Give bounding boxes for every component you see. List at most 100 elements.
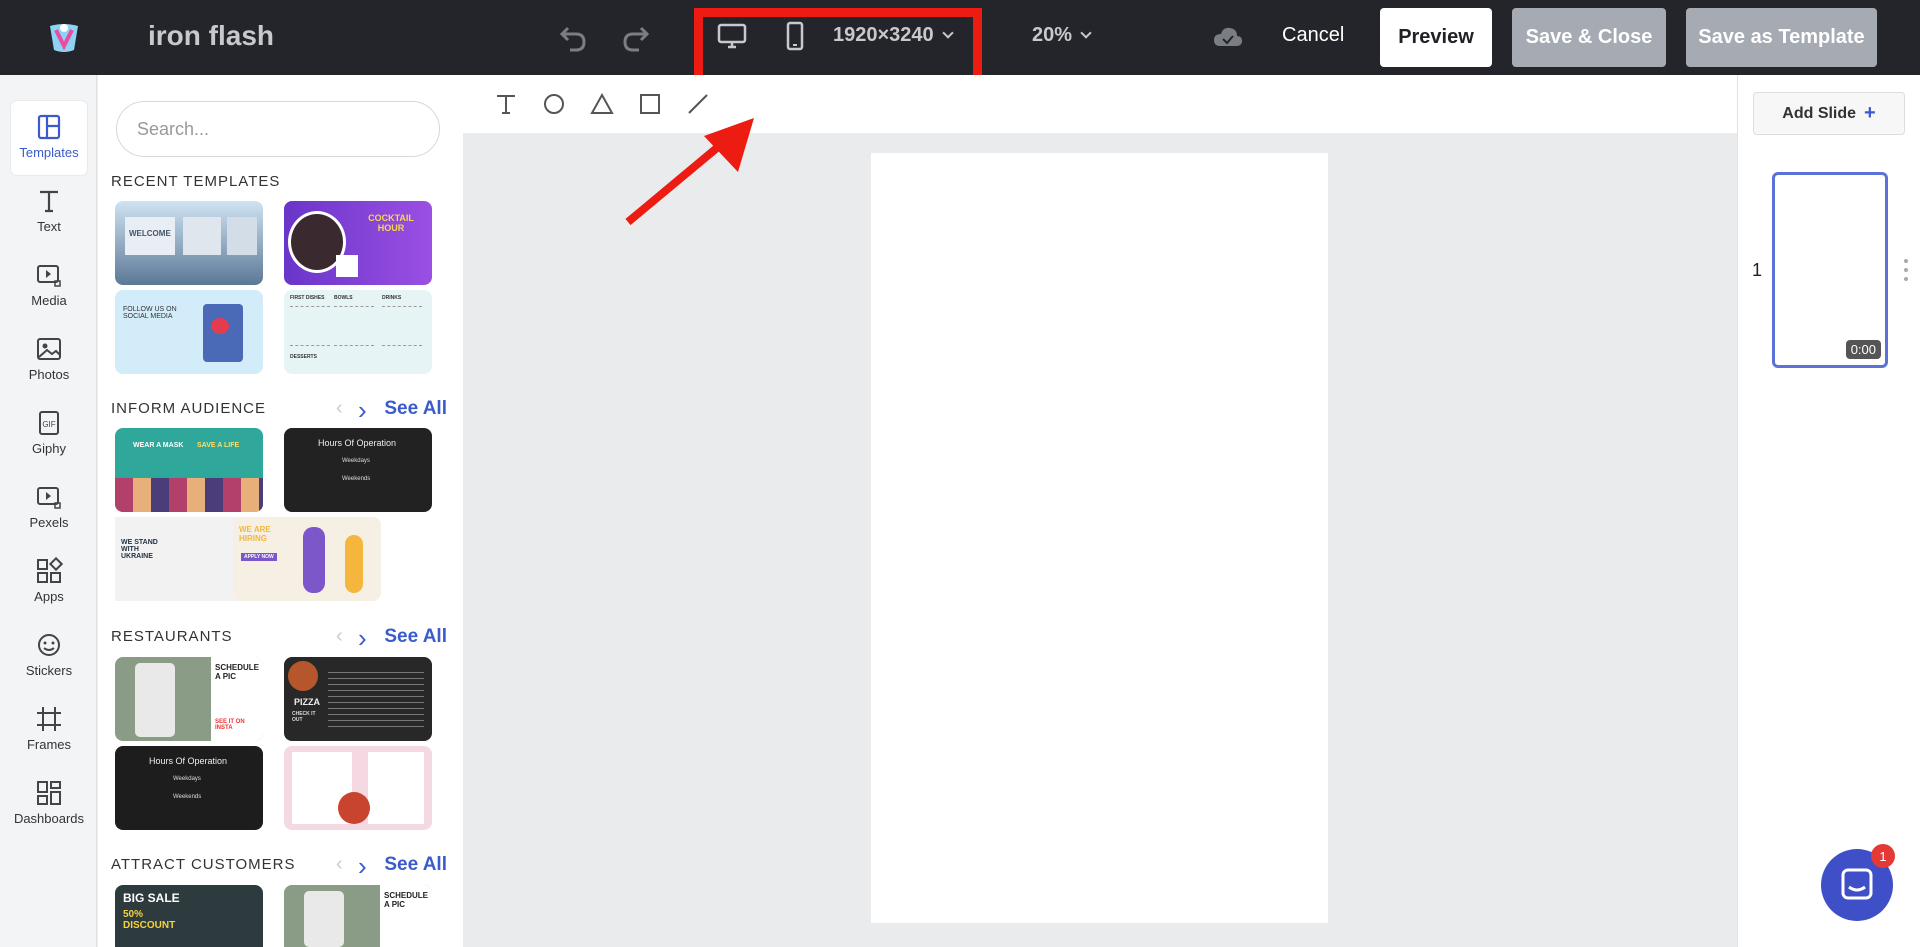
thumb-text: WE STAND WITH UKRAINE bbox=[121, 539, 158, 560]
resolution-value: 1920×3240 bbox=[833, 24, 934, 46]
section-title: ATTRACT CUSTOMERS bbox=[111, 856, 296, 873]
thumb-text: FOLLOW US ON SOCIAL MEDIA bbox=[123, 306, 177, 320]
svg-text:GIF: GIF bbox=[42, 420, 55, 429]
chevron-down-icon bbox=[942, 27, 954, 39]
rail-stickers[interactable]: Stickers bbox=[11, 619, 87, 693]
preview-button[interactable]: Preview bbox=[1380, 8, 1492, 67]
thumb-text: 50% DISCOUNT bbox=[123, 909, 176, 931]
rail-media[interactable]: Media bbox=[11, 249, 87, 323]
template-thumbnail[interactable]: WEAR A MASK SAVE A LIFE bbox=[115, 428, 263, 512]
rail-label: Photos bbox=[28, 367, 70, 382]
thumb-text: Weekdays bbox=[173, 776, 201, 782]
mobile-orientation-icon[interactable] bbox=[779, 20, 811, 52]
thumb-text: WEAR A MASK bbox=[133, 442, 184, 449]
add-slide-button[interactable]: Add Slide + bbox=[1753, 92, 1905, 135]
thumb-text: WELCOME bbox=[129, 229, 171, 238]
rail-label: Giphy bbox=[32, 441, 66, 456]
thumb-text: DRINKS bbox=[382, 295, 402, 301]
see-all-link[interactable]: See All bbox=[384, 854, 447, 876]
rail-photos[interactable]: Photos bbox=[11, 323, 87, 397]
desktop-orientation-icon[interactable] bbox=[716, 20, 748, 52]
thumb-text: Weekends bbox=[173, 794, 202, 800]
save-as-template-button[interactable]: Save as Template bbox=[1686, 8, 1877, 67]
template-thumbnail[interactable]: BIG SALE 50% DISCOUNT bbox=[115, 885, 263, 947]
project-title[interactable]: iron flash bbox=[148, 20, 274, 52]
template-thumbnail[interactable]: WE ARE HIRING APPLY NOW bbox=[233, 517, 381, 601]
thumb-text: SCHEDULE A PIC bbox=[215, 663, 260, 681]
plus-icon: + bbox=[1864, 102, 1876, 124]
prev-arrow-icon[interactable]: ‹ bbox=[336, 625, 343, 648]
rail-label: Frames bbox=[26, 737, 72, 752]
more-options-icon[interactable] bbox=[1904, 258, 1908, 282]
gif-icon: GIF bbox=[39, 411, 59, 435]
templates-panel: Search... RECENT TEMPLATES WELCOME COCKT… bbox=[98, 75, 463, 947]
thumb-text: Hours Of Operation bbox=[149, 756, 228, 766]
dashboards-icon bbox=[37, 781, 61, 805]
template-thumbnail[interactable]: WELCOME bbox=[115, 201, 263, 285]
next-arrow-icon[interactable]: › bbox=[358, 851, 367, 882]
thumb-text: CHECK IT OUT bbox=[292, 711, 316, 723]
rail-apps[interactable]: Apps bbox=[11, 545, 87, 619]
prev-arrow-icon[interactable]: ‹ bbox=[336, 397, 343, 420]
see-all-link[interactable]: See All bbox=[384, 626, 447, 648]
template-thumbnail[interactable]: SCHEDULE A PIC SEE IT ON INSTA bbox=[115, 657, 263, 741]
design-canvas-page[interactable] bbox=[871, 153, 1328, 923]
section-title: RESTAURANTS bbox=[111, 628, 233, 645]
thumb-text: SEE IT ON INSTA bbox=[215, 719, 245, 731]
zoom-dropdown[interactable]: 20% bbox=[1032, 24, 1092, 47]
section-title: INFORM AUDIENCE bbox=[111, 400, 267, 417]
next-arrow-icon[interactable]: › bbox=[358, 395, 367, 426]
rail-label: Apps bbox=[34, 589, 64, 604]
cloud-sync-icon bbox=[1214, 27, 1242, 46]
redo-icon[interactable] bbox=[617, 18, 655, 56]
rail-text[interactable]: Text bbox=[11, 175, 87, 249]
next-arrow-icon[interactable]: › bbox=[358, 623, 367, 654]
template-thumbnail[interactable]: FOLLOW US ON SOCIAL MEDIA bbox=[115, 290, 263, 374]
undo-icon[interactable] bbox=[554, 18, 592, 56]
thumb-text: SCHEDULE A PIC bbox=[384, 891, 429, 909]
thumb-text: Hours Of Operation bbox=[318, 438, 397, 448]
template-thumbnail[interactable] bbox=[284, 746, 432, 830]
rail-label: Templates bbox=[19, 145, 79, 160]
rail-dashboards[interactable]: Dashboards bbox=[11, 767, 87, 841]
app-logo-icon[interactable] bbox=[46, 20, 82, 56]
frames-icon bbox=[37, 707, 61, 731]
template-thumbnail[interactable]: SCHEDULE A PIC bbox=[284, 885, 432, 947]
slide-thumbnail[interactable]: 0:00 bbox=[1772, 172, 1888, 368]
rail-label: Stickers bbox=[25, 663, 73, 678]
template-thumbnail[interactable]: PIZZA CHECK IT OUT bbox=[284, 657, 432, 741]
thumb-text: Weekdays bbox=[342, 458, 370, 464]
thumb-text: DESSERTS bbox=[290, 354, 317, 360]
stickers-icon bbox=[38, 634, 60, 656]
top-bar: iron flash 1920×3240 20% Cancel Preview … bbox=[0, 0, 1920, 85]
cancel-button[interactable]: Cancel bbox=[1282, 24, 1344, 47]
triangle-tool-icon[interactable] bbox=[589, 91, 615, 117]
photos-icon bbox=[37, 338, 61, 360]
template-thumbnail[interactable]: COCKTAIL HOUR bbox=[284, 201, 432, 285]
search-input[interactable]: Search... bbox=[116, 101, 440, 157]
thumb-text: SAVE A LIFE bbox=[197, 442, 240, 449]
slide-duration: 0:00 bbox=[1845, 340, 1881, 359]
template-thumbnail[interactable]: Hours Of Operation Weekdays Weekends bbox=[115, 746, 263, 830]
rail-frames[interactable]: Frames bbox=[11, 693, 87, 767]
tool-rail: Templates Text Media Photos GIF Giphy Pe… bbox=[0, 75, 97, 947]
circle-tool-icon[interactable] bbox=[541, 91, 567, 117]
prev-arrow-icon[interactable]: ‹ bbox=[336, 853, 343, 876]
notification-badge: 1 bbox=[1871, 844, 1895, 868]
thumb-text: APPLY NOW bbox=[241, 553, 277, 561]
media-icon bbox=[37, 265, 61, 287]
thumb-text: COCKTAIL HOUR bbox=[368, 213, 414, 233]
apps-icon bbox=[37, 557, 63, 583]
rail-label: Media bbox=[31, 293, 67, 308]
rail-giphy[interactable]: GIF Giphy bbox=[11, 397, 87, 471]
resolution-dropdown[interactable]: 1920×3240 bbox=[833, 24, 954, 47]
rail-pexels[interactable]: Pexels bbox=[11, 471, 87, 545]
see-all-link[interactable]: See All bbox=[384, 398, 447, 420]
save-close-button[interactable]: Save & Close bbox=[1512, 8, 1666, 67]
template-thumbnail[interactable]: Hours Of Operation Weekdays Weekends bbox=[284, 428, 432, 512]
rail-templates[interactable]: Templates bbox=[11, 101, 87, 175]
text-tool-icon[interactable] bbox=[493, 91, 519, 117]
slides-panel: Add Slide + 1 0:00 bbox=[1737, 75, 1920, 947]
template-thumbnail[interactable]: FIRST DISHES BOWLS DRINKS DESSERTS bbox=[284, 290, 432, 374]
annotation-arrow-icon bbox=[625, 118, 754, 226]
